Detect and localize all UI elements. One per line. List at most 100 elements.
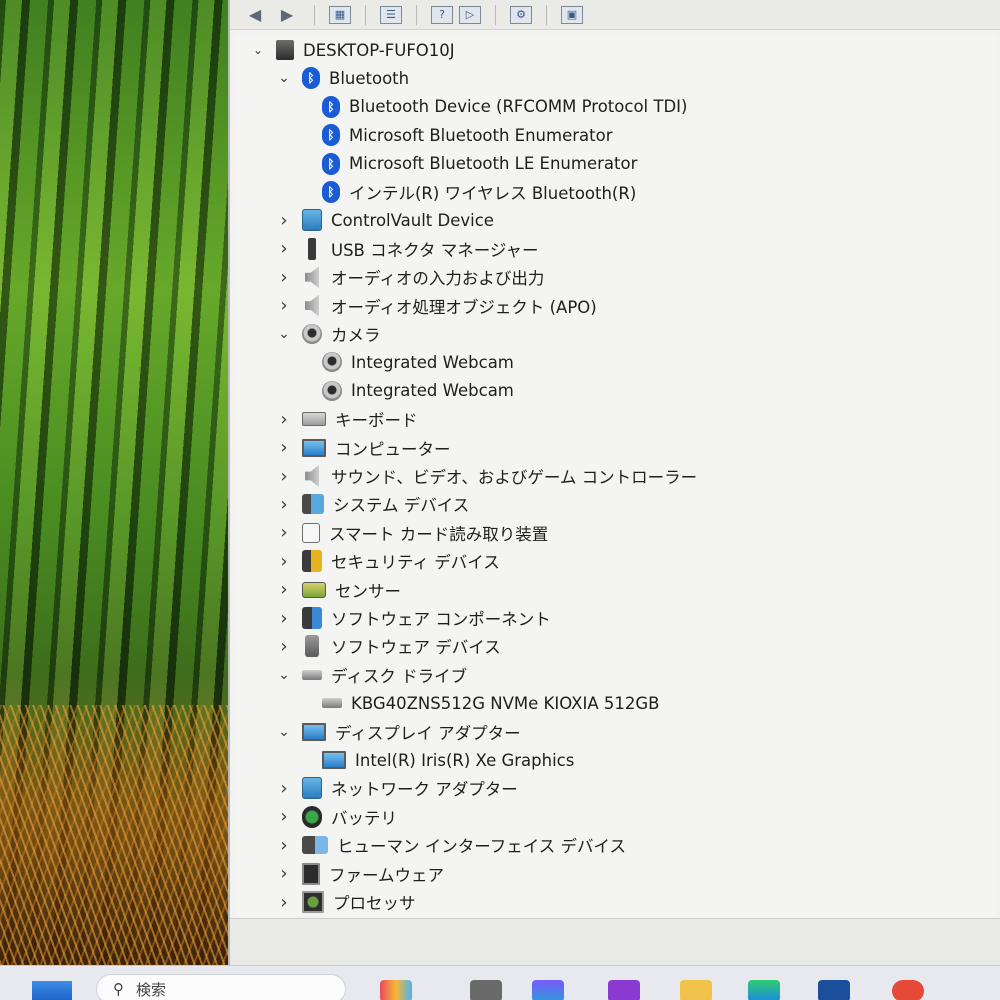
tree-item-label: Microsoft Bluetooth LE Enumerator: [349, 154, 638, 174]
sensor-icon: [302, 581, 326, 598]
tree-category[interactable]: › コンピューター: [276, 434, 450, 462]
chevron-right-icon[interactable]: ›: [276, 806, 292, 827]
tree-category[interactable]: › ヒューマン インターフェイス デバイス: [276, 831, 626, 859]
chevron-down-icon[interactable]: ⌄: [276, 70, 292, 86]
tree-device[interactable]: ᛒ Bluetooth Device (RFCOMM Protocol TDI): [302, 93, 687, 121]
chevron-right-icon[interactable]: ›: [276, 295, 292, 316]
tree-category[interactable]: › バッテリ: [276, 803, 397, 831]
tree-item-label: ソフトウェア コンポーネント: [331, 610, 551, 629]
chevron-right-icon[interactable]: ›: [276, 608, 292, 629]
chevron-down-icon[interactable]: ⌄: [276, 724, 292, 740]
tree-item-label: Intel(R) Iris(R) Xe Graphics: [355, 750, 575, 770]
task-view-icon[interactable]: [470, 980, 502, 1000]
tree-category[interactable]: › ソフトウェア デバイス: [276, 632, 501, 660]
tree-item-label: ディスプレイ アダプター: [335, 723, 521, 743]
tree-device[interactable]: Intel(R) Iris(R) Xe Graphics: [302, 746, 574, 774]
tree-item-label: セキュリティ デバイス: [331, 553, 500, 573]
chevron-right-icon[interactable]: ›: [276, 892, 292, 913]
smart-card-icon: [302, 522, 320, 543]
chevron-right-icon[interactable]: ›: [276, 210, 292, 231]
tree-item-label: ディスク ドライブ: [331, 666, 468, 686]
chevron-right-icon[interactable]: ›: [276, 778, 292, 799]
tree-category[interactable]: › ControlVault Device: [276, 206, 494, 234]
tree-category[interactable]: ⌄ ディスク ドライブ: [276, 661, 467, 689]
tree-category[interactable]: › キーボード: [276, 405, 417, 433]
software-device-icon: [305, 635, 319, 658]
tree-root[interactable]: ⌄ DESKTOP-FUFO10J: [250, 36, 455, 64]
tree-category[interactable]: › センサー: [276, 576, 401, 604]
chevron-right-icon[interactable]: ›: [276, 466, 292, 487]
chevron-right-icon[interactable]: ›: [276, 863, 292, 884]
tree-category[interactable]: › セキュリティ デバイス: [276, 547, 500, 575]
tree-item-label: オーディオの入力および出力: [331, 269, 545, 289]
speaker-icon: [305, 465, 319, 487]
store-icon[interactable]: [818, 980, 850, 1000]
display-adapter-icon: [302, 722, 326, 741]
chevron-right-icon[interactable]: ›: [276, 579, 292, 600]
chevron-right-icon[interactable]: ›: [276, 238, 292, 259]
tree-category[interactable]: ⌄ カメラ: [276, 320, 381, 348]
edge-icon[interactable]: [748, 980, 780, 1000]
chrome-icon[interactable]: [892, 980, 924, 1000]
tree-category[interactable]: › ネットワーク アダプター: [276, 774, 518, 802]
forward-arrow-icon[interactable]: ▶: [274, 4, 300, 26]
tree-device[interactable]: Integrated Webcam: [302, 377, 514, 405]
tree-category[interactable]: › スマート カード読み取り装置: [276, 519, 548, 547]
help-icon[interactable]: ?: [431, 5, 453, 24]
back-arrow-icon[interactable]: ◀: [242, 4, 268, 26]
tree-category[interactable]: › USB コネクタ マネージャー: [276, 235, 539, 263]
tree-item-label: インテル(R) ワイヤレス Bluetooth(R): [349, 184, 637, 203]
tree-root-label: DESKTOP-FUFO10J: [303, 40, 455, 60]
tree-category[interactable]: › サウンド、ビデオ、およびゲーム コントローラー: [276, 462, 697, 490]
search-box[interactable]: ⚲ 検索: [96, 974, 346, 1000]
tree-item-label: ソフトウェア デバイス: [331, 638, 501, 658]
tree-category[interactable]: › オーディオの入力および出力: [276, 263, 544, 291]
properties-icon[interactable]: ☰: [380, 5, 402, 24]
tree-device[interactable]: Integrated Webcam: [302, 348, 514, 376]
status-bar: [230, 918, 1000, 965]
tree-item-label: システム デバイス: [333, 496, 470, 516]
toolbar-separator: [416, 4, 417, 25]
search-icon: ⚲: [113, 980, 124, 998]
chevron-right-icon[interactable]: ›: [276, 636, 292, 657]
chevron-right-icon[interactable]: ›: [276, 522, 292, 543]
tree-device[interactable]: ᛒ Microsoft Bluetooth LE Enumerator: [302, 150, 637, 178]
taskbar: ⚲ 検索: [0, 965, 1000, 1000]
update-driver-icon[interactable]: ⚙: [510, 5, 532, 24]
tree-category[interactable]: › システム デバイス: [276, 490, 469, 518]
chevron-right-icon[interactable]: ›: [276, 551, 292, 572]
toolbar-separator: [546, 4, 547, 25]
toolbar-separator: [314, 4, 315, 25]
scan-hardware-icon[interactable]: ▣: [561, 5, 583, 24]
tree-category[interactable]: › ファームウェア: [276, 860, 444, 888]
start-button[interactable]: [32, 981, 72, 1000]
chevron-down-icon[interactable]: ⌄: [250, 42, 266, 58]
action-pane-icon[interactable]: ▷: [459, 5, 481, 24]
tree-device[interactable]: ᛒ Microsoft Bluetooth Enumerator: [302, 121, 612, 149]
chevron-right-icon[interactable]: ›: [276, 835, 292, 856]
battery-icon: [302, 805, 322, 828]
widgets-icon[interactable]: [380, 980, 412, 1000]
tree-category[interactable]: ⌄ ᛒ Bluetooth: [276, 64, 409, 92]
tree-item-label: KBG40ZNS512G NVMe KIOXIA 512GB: [351, 693, 660, 713]
chevron-right-icon[interactable]: ›: [276, 267, 292, 288]
teams-icon[interactable]: [608, 980, 640, 1000]
file-explorer-icon[interactable]: [680, 980, 712, 1000]
disk-drive-icon: [322, 698, 342, 709]
chevron-right-icon[interactable]: ›: [276, 494, 292, 515]
tree-item-label: プロセッサ: [333, 894, 416, 913]
chevron-down-icon[interactable]: ⌄: [276, 667, 292, 683]
tree-device[interactable]: ᛒ インテル(R) ワイヤレス Bluetooth(R): [302, 178, 636, 206]
tree-category[interactable]: › オーディオ処理オブジェクト (APO): [276, 292, 597, 320]
chevron-down-icon[interactable]: ⌄: [276, 326, 292, 342]
tree-item-label: ファームウェア: [329, 865, 445, 885]
tree-category[interactable]: › プロセッサ: [276, 888, 416, 916]
show-hide-console-tree-icon[interactable]: ▦: [329, 5, 351, 24]
chevron-right-icon[interactable]: ›: [276, 409, 292, 430]
copilot-icon[interactable]: [532, 980, 564, 1000]
tree-category[interactable]: ⌄ ディスプレイ アダプター: [276, 718, 521, 746]
tree-category[interactable]: › ソフトウェア コンポーネント: [276, 604, 551, 632]
chevron-right-icon[interactable]: ›: [276, 437, 292, 458]
tree-device[interactable]: KBG40ZNS512G NVMe KIOXIA 512GB: [302, 689, 659, 717]
computer-icon: [276, 40, 294, 60]
